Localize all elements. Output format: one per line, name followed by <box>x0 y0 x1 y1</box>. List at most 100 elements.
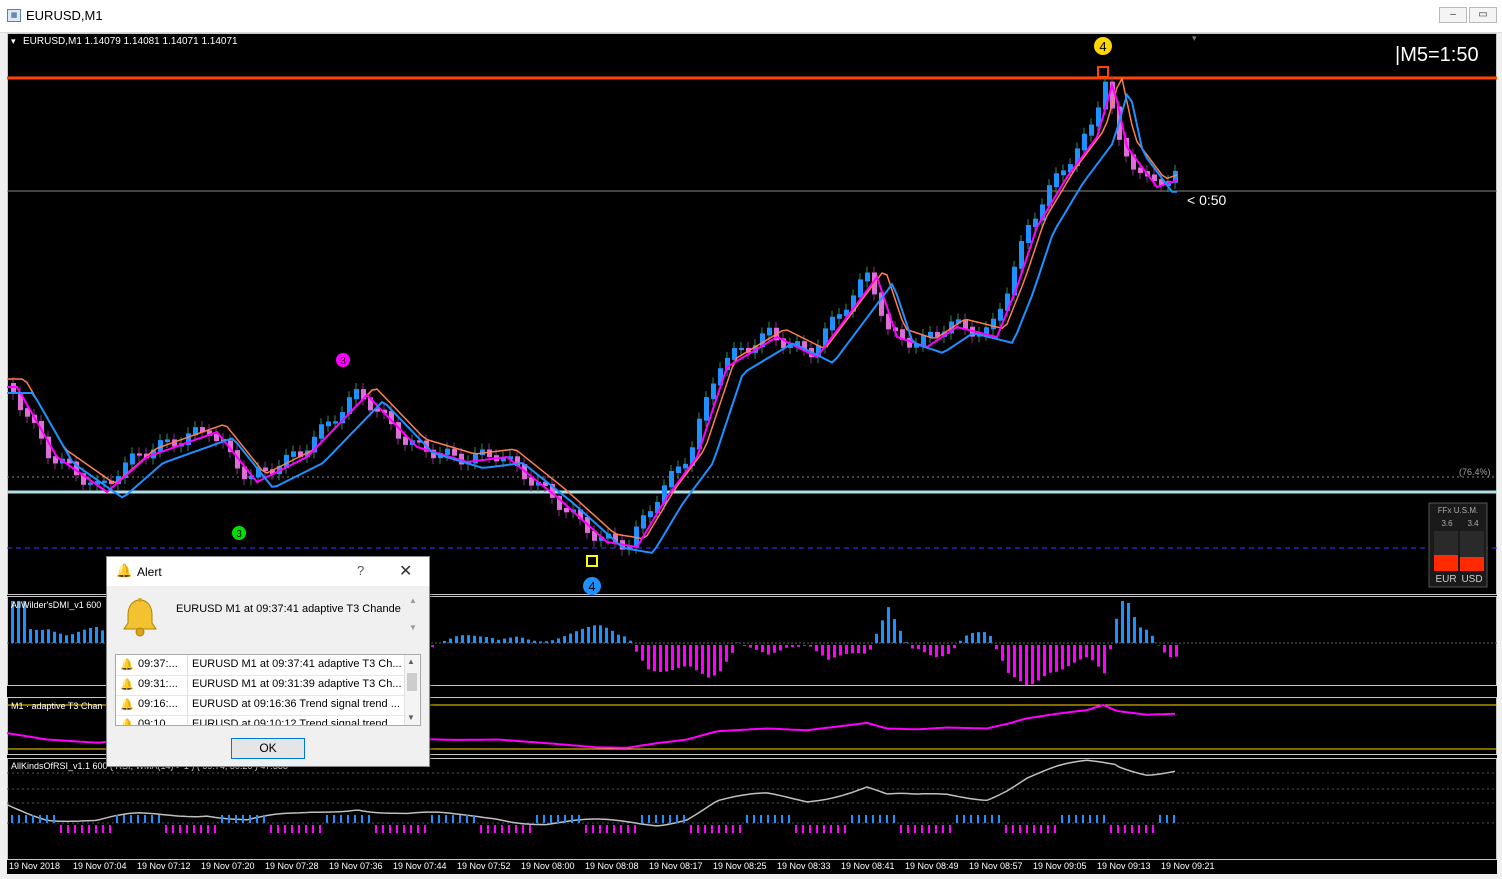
row-time: 09:31:... <box>138 678 186 690</box>
rsi-histogram-bar <box>774 815 776 823</box>
close-button[interactable]: ✕ <box>399 561 412 581</box>
rsi-histogram-bar <box>109 825 111 833</box>
rsi-histogram-bar <box>305 825 307 833</box>
help-button[interactable]: ? <box>357 563 364 578</box>
t3-label: M1 · adaptive T3 Chan <box>11 701 102 711</box>
dmi-bar <box>587 627 590 643</box>
rsi-histogram-bar <box>669 815 671 823</box>
dmi-bar <box>977 632 980 643</box>
rsi-histogram-bar <box>221 815 223 823</box>
dmi-bar <box>1007 645 1010 673</box>
rsi-histogram-bar <box>242 815 244 823</box>
candle-body <box>711 384 716 400</box>
rsi-histogram-bar <box>1110 825 1112 833</box>
list-scrollbar[interactable]: ▲ ▼ <box>404 655 420 725</box>
dmi-bar <box>863 645 866 654</box>
scroll-up-icon[interactable]: ▲ <box>407 657 415 666</box>
candle-body <box>998 309 1003 321</box>
rsi-histogram-bar <box>977 815 979 823</box>
row-bell-icon: 🔔 <box>120 698 134 711</box>
candle-body <box>1082 134 1087 151</box>
dmi-bar <box>467 635 470 643</box>
alert-title-bar: 🔔 Alert ? ✕ <box>107 557 429 585</box>
rsi-histogram-bar <box>1019 825 1021 833</box>
rsi-histogram-bar <box>970 815 972 823</box>
alert-row[interactable]: 🔔 09:37:... EURUSD M1 at 09:37:41 adapti… <box>116 655 405 676</box>
alert-dialog: 🔔 Alert ? ✕ EURUSD M1 at 09:37:41 adapti… <box>106 556 430 767</box>
rsi-histogram-bar <box>18 815 20 823</box>
dmi-bar <box>1043 645 1046 676</box>
dmi-bar <box>611 631 614 643</box>
dmi-bar <box>1079 645 1082 659</box>
maximize-button[interactable]: ▭ <box>1469 7 1497 23</box>
scroll-thumb[interactable] <box>407 673 417 691</box>
rsi-histogram-bar <box>900 825 902 833</box>
rsi-histogram-bar <box>592 825 594 833</box>
rsi-histogram-bar <box>291 825 293 833</box>
candle-body <box>1089 124 1094 135</box>
dmi-bar <box>1067 645 1070 666</box>
rsi-histogram-bar <box>207 825 209 833</box>
dmi-bar <box>29 629 32 643</box>
dmi-bar <box>569 634 572 643</box>
minimize-button[interactable]: ‒ <box>1439 7 1467 23</box>
alert-row[interactable]: 🔔 09:31:... EURUSD M1 at 09:31:39 adapti… <box>116 675 405 696</box>
rsi-histogram-bar <box>200 825 202 833</box>
rsi-histogram-bar <box>1096 815 1098 823</box>
rsi-histogram-bar <box>1068 815 1070 823</box>
candle-body <box>130 453 135 464</box>
dmi-bar <box>953 645 956 648</box>
candle-body <box>1054 173 1059 187</box>
dmi-bar <box>875 634 878 643</box>
rsi-histogram-bar <box>410 825 412 833</box>
dmi-bar <box>767 645 770 655</box>
row-bell-icon: 🔔 <box>120 658 134 671</box>
rsi-histogram-bar <box>879 815 881 823</box>
alert-row[interactable]: 🔔 09:10... EURUSD at 09:10:12 Trend sign… <box>116 715 405 726</box>
marker-4-yellow-label: 4 <box>1099 39 1106 54</box>
time-axis-label: 19 Nov 07:36 <box>329 861 383 871</box>
rsi-histogram-bar <box>914 825 916 833</box>
dmi-bar <box>677 645 680 668</box>
ok-button[interactable]: OK <box>231 738 305 759</box>
dmi-bar <box>479 637 482 643</box>
time-axis-label: 19 Nov 09:05 <box>1033 861 1087 871</box>
rsi-histogram-bar <box>459 815 461 823</box>
dmi-bar <box>575 631 578 643</box>
rsi-histogram-bar <box>214 825 216 833</box>
window-title: EURUSD,M1 <box>26 8 103 23</box>
dmi-bar <box>65 635 68 643</box>
message-scrollbar[interactable]: ▲▼ <box>407 596 419 644</box>
rsi-histogram-bar <box>32 815 34 823</box>
chart-collapse-icon[interactable]: ▾ <box>11 36 16 46</box>
fx-left-value: 3.6 <box>1441 519 1453 528</box>
chart-shift-icon[interactable]: ▾ <box>1192 33 1197 43</box>
rsi-histogram-bar <box>851 815 853 823</box>
alert-row[interactable]: 🔔 09:16:... EURUSD at 09:16:36 Trend sig… <box>116 695 405 716</box>
dmi-bar <box>779 645 782 651</box>
alert-history-list[interactable]: 🔔 09:37:... EURUSD M1 at 09:37:41 adapti… <box>115 654 421 726</box>
row-time: 09:10... <box>138 718 186 726</box>
rsi-histogram-bar <box>543 815 545 823</box>
dmi-bar <box>1085 645 1088 657</box>
row-bell-icon: 🔔 <box>120 678 134 691</box>
scroll-down-icon[interactable]: ▼ <box>407 713 415 722</box>
rsi-histogram-bar <box>501 825 503 833</box>
time-axis-label: 19 Nov 08:49 <box>905 861 959 871</box>
candle-body <box>452 449 457 456</box>
rsi-histogram-bar <box>1082 815 1084 823</box>
candle-body <box>1026 225 1031 243</box>
rsi-histogram-bar <box>732 825 734 833</box>
dmi-bar <box>503 639 506 643</box>
rsi-histogram-bar <box>753 815 755 823</box>
dmi-bar <box>1139 627 1142 643</box>
rsi-histogram-bar <box>60 825 62 833</box>
rsi-histogram-bar <box>865 815 867 823</box>
candle-body <box>333 421 338 423</box>
dmi-bar <box>1169 645 1172 657</box>
dmi-bar <box>899 631 902 643</box>
dmi-bar <box>485 637 488 643</box>
rsi-histogram-bar <box>1012 825 1014 833</box>
rsi-histogram-bar <box>165 825 167 833</box>
rsi-histogram-bar <box>298 825 300 833</box>
